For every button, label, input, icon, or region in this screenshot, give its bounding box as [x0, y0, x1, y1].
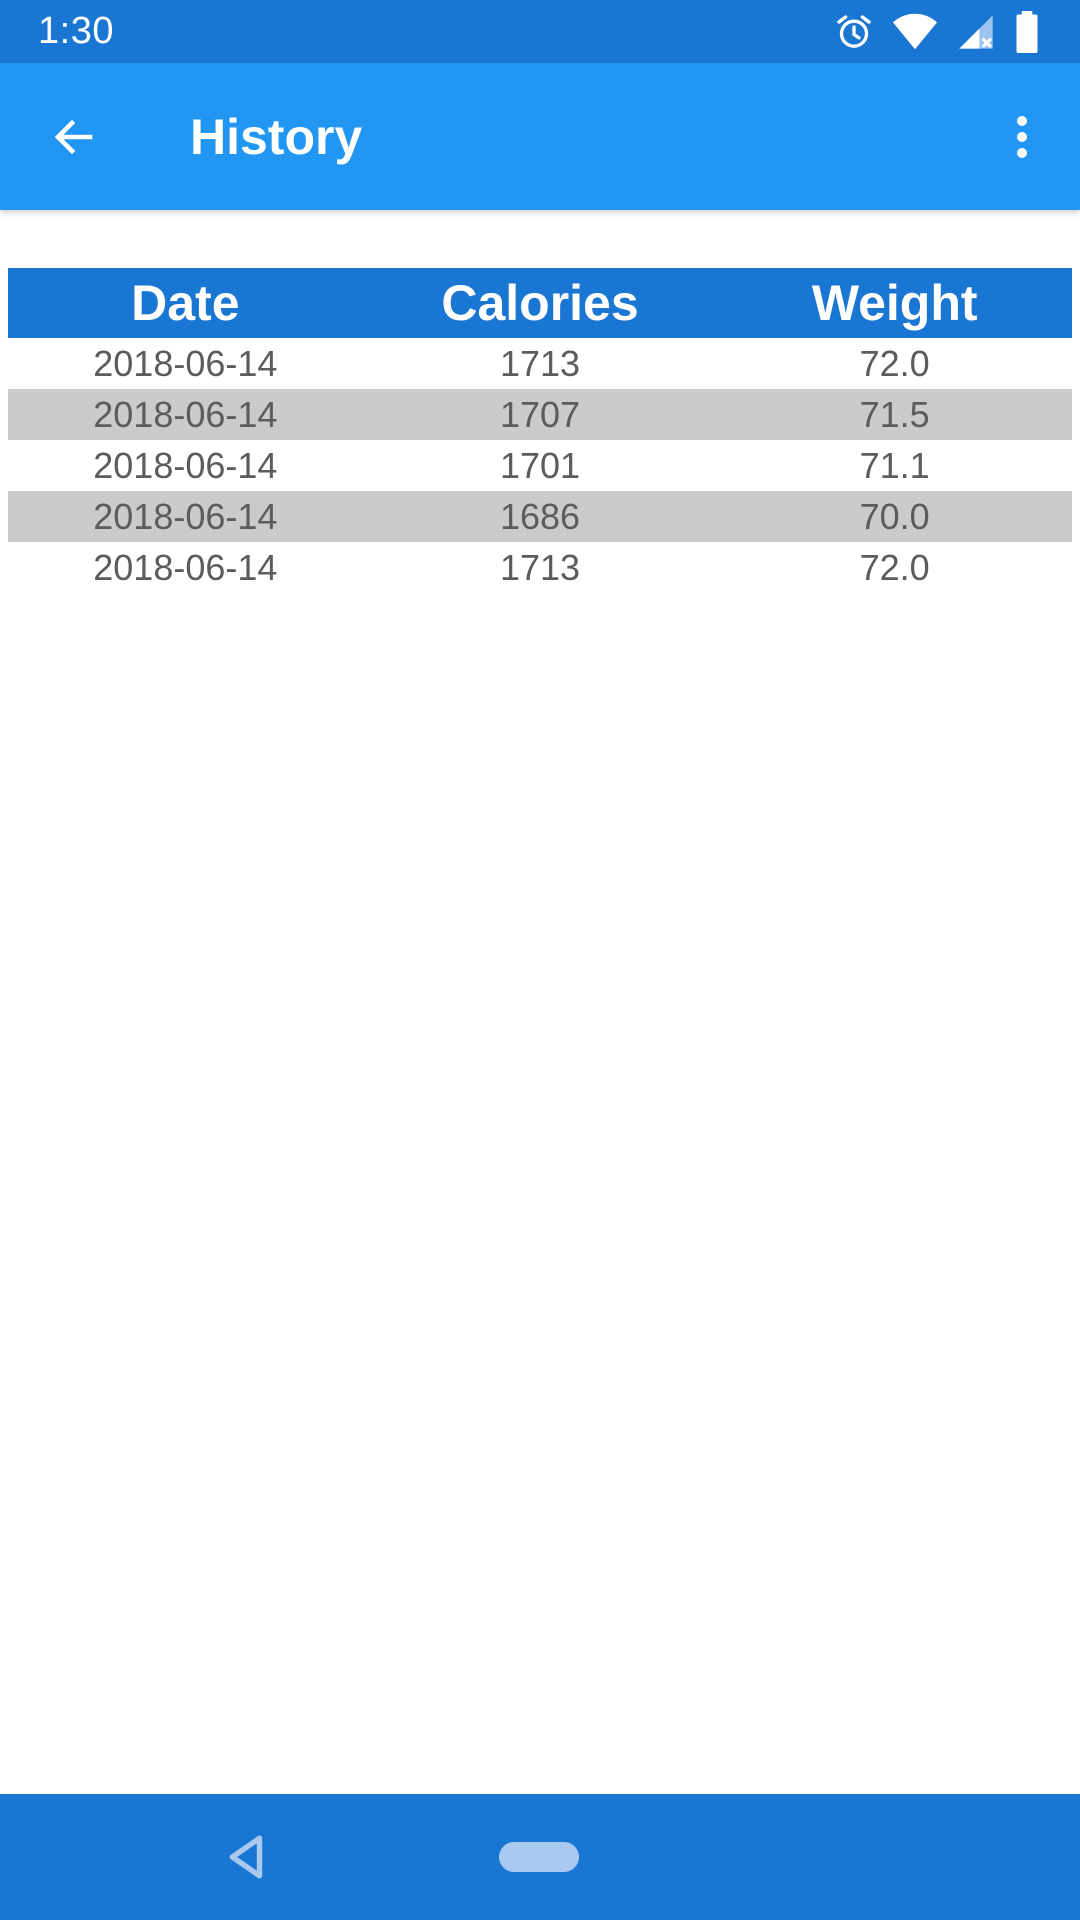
table-row[interactable]: 2018-06-14 1701 71.1: [8, 440, 1072, 491]
cell-weight: 72.0: [859, 342, 930, 384]
more-vert-icon: [1017, 116, 1027, 158]
table-row[interactable]: 2018-06-14 1713 72.0: [8, 338, 1072, 389]
cell-date: 2018-06-14: [93, 444, 278, 486]
cell-calories: 1686: [499, 495, 581, 537]
back-button[interactable]: [44, 107, 104, 167]
status-time: 1:30: [38, 10, 114, 52]
cell-weight: 71.1: [859, 444, 930, 486]
cell-calories: 1713: [499, 342, 581, 384]
battery-icon: [1016, 11, 1038, 53]
nav-home-pill[interactable]: [499, 1842, 579, 1872]
table-row[interactable]: 2018-06-14 1686 70.0: [8, 491, 1072, 542]
cell-date: 2018-06-14: [93, 546, 278, 588]
cell-calories: 1701: [499, 444, 581, 486]
cell-weight: 71.5: [859, 393, 930, 435]
overflow-menu-button[interactable]: [992, 107, 1052, 167]
arrow-back-icon: [54, 119, 93, 155]
cell-date: 2018-06-14: [93, 495, 278, 537]
cell-date: 2018-06-14: [93, 342, 278, 384]
page-title: History: [190, 109, 363, 165]
column-header-calories: Calories: [441, 275, 639, 331]
cell-calories: 1707: [499, 393, 581, 435]
signal-icon: [959, 15, 993, 49]
wifi-icon: [892, 13, 938, 50]
table-row[interactable]: 2018-06-14 1707 71.5: [8, 389, 1072, 440]
nav-back-icon[interactable]: [222, 1832, 272, 1882]
cell-date: 2018-06-14: [93, 393, 278, 435]
column-header-date: Date: [131, 275, 240, 331]
status-icons: [834, 10, 1040, 54]
app-bar: History: [0, 63, 1080, 210]
status-bar: 1:30: [0, 0, 1080, 63]
column-header-weight: Weight: [811, 275, 978, 331]
table-row[interactable]: 2018-06-14 1713 72.0: [8, 542, 1072, 593]
cell-calories: 1713: [499, 546, 581, 588]
cell-weight: 72.0: [859, 546, 930, 588]
table-header: Date Calories Weight: [8, 268, 1072, 338]
history-table: Date Calories Weight 2018-06-14 1713 72.…: [8, 268, 1072, 593]
cell-weight: 70.0: [859, 495, 930, 537]
alarm-icon: [837, 15, 871, 48]
